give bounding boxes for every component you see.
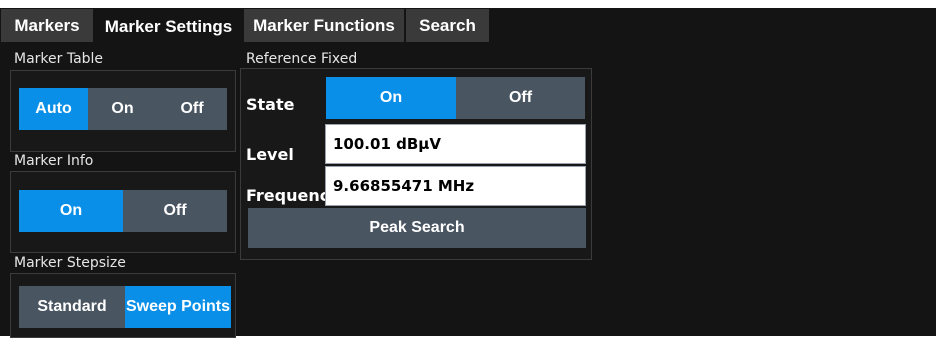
level-field[interactable]: 100.01 dBµV (325, 124, 586, 164)
marker-info-selector: On Off (19, 190, 227, 232)
state-off-option[interactable]: Off (456, 77, 585, 119)
marker-info-on-option[interactable]: On (19, 190, 123, 232)
tab-marker-settings[interactable]: Marker Settings (95, 8, 242, 43)
marker-stepsize-title: Marker Stepsize (14, 255, 126, 271)
tab-search[interactable]: Search (406, 9, 489, 42)
frequency-field[interactable]: 9.66855471 MHz (325, 166, 586, 206)
state-label: State (246, 95, 295, 114)
marker-table-off-option[interactable]: Off (157, 88, 227, 130)
tab-markers[interactable]: Markers (1, 9, 93, 42)
marker-table-group: Auto On Off (10, 70, 236, 152)
tab-marker-functions[interactable]: Marker Functions (244, 9, 404, 42)
level-label: Level (246, 145, 294, 164)
tab-bar: Markers Marker Settings Marker Functions… (0, 8, 936, 43)
state-on-option[interactable]: On (326, 77, 456, 119)
reference-fixed-group: State On Off Level 100.01 dBµV Frequency… (240, 68, 592, 260)
peak-search-button[interactable]: Peak Search (248, 208, 586, 248)
marker-table-on-option[interactable]: On (88, 88, 157, 130)
marker-stepsize-standard-option[interactable]: Standard (19, 286, 125, 328)
marker-table-title: Marker Table (14, 51, 104, 67)
marker-table-selector: Auto On Off (19, 88, 227, 130)
marker-info-group: On Off (10, 171, 236, 253)
marker-stepsize-group: Standard Sweep Points (10, 273, 236, 338)
app-window: Markers Marker Settings Marker Functions… (0, 0, 936, 338)
reference-fixed-title: Reference Fixed (246, 51, 358, 67)
state-selector: On Off (326, 77, 585, 119)
marker-stepsize-selector: Standard Sweep Points (19, 286, 231, 328)
marker-info-title: Marker Info (14, 153, 94, 169)
marker-table-auto-option[interactable]: Auto (19, 88, 88, 130)
marker-settings-panel: Markers Marker Settings Marker Functions… (0, 8, 936, 338)
marker-stepsize-sweep-points-option[interactable]: Sweep Points (125, 286, 231, 328)
marker-info-off-option[interactable]: Off (123, 190, 227, 232)
